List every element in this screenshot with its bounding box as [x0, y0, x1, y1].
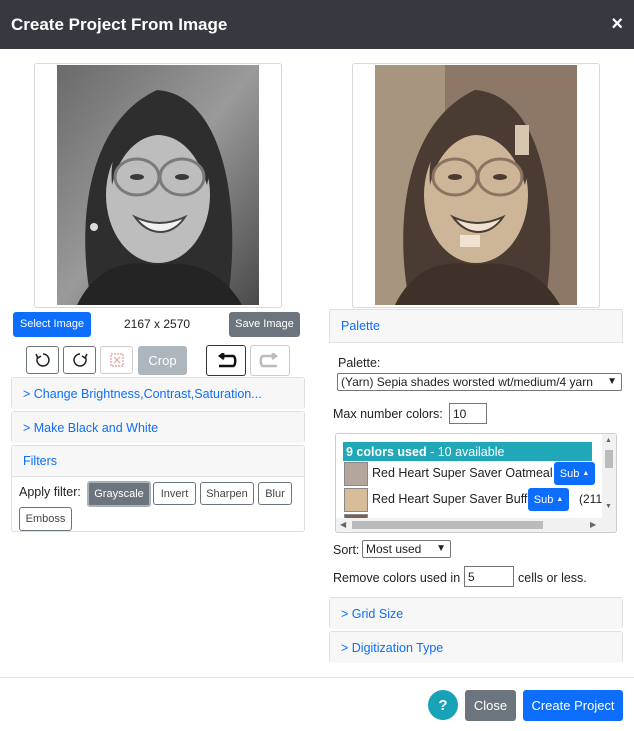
help-button[interactable]: ? — [428, 690, 458, 720]
image-dimensions: 2167 x 2570 — [124, 317, 191, 331]
sort-select-value: Most used — [366, 542, 422, 556]
palette-section: Palette Palette: (Yarn) Sepia shades wor… — [329, 309, 623, 595]
vertical-scrollbar[interactable]: ▲ ▼ — [602, 434, 616, 518]
filter-sharpen-button[interactable]: Sharpen — [200, 482, 254, 505]
chevron-down-icon: ▼ — [607, 376, 617, 387]
select-image-button[interactable]: Select Image — [13, 312, 91, 337]
footer-divider — [0, 677, 634, 678]
filters-section-header[interactable]: Filters — [12, 446, 304, 477]
colors-used-count: 9 colors used — [346, 444, 427, 459]
grid-size-section-header[interactable]: > Grid Size — [330, 598, 622, 629]
substitute-button[interactable]: Sub ▲ — [554, 462, 595, 485]
create-project-button[interactable]: Create Project — [523, 690, 623, 721]
rotate-right-icon — [72, 353, 88, 367]
scroll-down-arrow[interactable]: ▼ — [605, 503, 612, 510]
remove-colors-prefix: Remove colors used in — [333, 571, 461, 585]
filter-blur-button[interactable]: Blur — [258, 482, 292, 505]
rotate-left-icon — [34, 353, 50, 367]
color-name: Red Heart Super Saver Buff — [372, 492, 528, 506]
remove-colors-input[interactable]: 5 — [464, 566, 514, 587]
brightness-section-header[interactable]: > Change Brightness,Contrast,Saturation.… — [12, 378, 304, 409]
rotate-right-button[interactable] — [63, 346, 96, 374]
redo-icon — [259, 352, 279, 367]
caret-up-icon: ▲ — [556, 496, 564, 503]
crop-select-button[interactable] — [100, 346, 133, 374]
scroll-up-arrow[interactable]: ▲ — [605, 437, 612, 444]
crop-button[interactable]: Crop — [138, 346, 187, 375]
close-button[interactable]: Close — [465, 690, 516, 721]
black-white-section-header[interactable]: > Make Black and White — [12, 412, 304, 443]
close-icon[interactable]: × — [611, 13, 623, 36]
filter-grayscale-button[interactable]: Grayscale — [87, 481, 151, 507]
digitization-section[interactable]: > Digitization Type — [329, 631, 623, 663]
horizontal-scroll-thumb[interactable] — [352, 521, 543, 529]
dialog-title: Create Project From Image — [11, 15, 228, 34]
brightness-section[interactable]: > Change Brightness,Contrast,Saturation.… — [11, 377, 305, 409]
caret-up-icon: ▲ — [582, 470, 590, 477]
rotate-left-button[interactable] — [26, 346, 59, 374]
grid-size-section[interactable]: > Grid Size — [329, 597, 623, 629]
undo-icon — [217, 352, 237, 367]
preview-image — [375, 65, 577, 305]
color-list[interactable]: 9 colors used - 10 available Red Heart S… — [335, 433, 617, 533]
black-white-section[interactable]: > Make Black and White — [11, 411, 305, 443]
crop-select-icon — [110, 353, 123, 367]
color-name: Red Heart Super Saver Oatmeal — [372, 466, 553, 480]
remove-colors-suffix: cells or less. — [518, 571, 587, 585]
substitute-button[interactable]: Sub ▲ — [528, 488, 569, 511]
colors-used-bar: 9 colors used - 10 available — [343, 442, 592, 461]
dialog-header: Create Project From Image × — [0, 0, 634, 49]
horizontal-scrollbar[interactable]: ◀ ▶ — [336, 518, 616, 532]
sort-label: Sort: — [333, 543, 360, 557]
undo-button[interactable] — [206, 345, 246, 376]
filter-invert-button[interactable]: Invert — [153, 482, 196, 505]
color-swatch — [344, 488, 368, 512]
save-image-button[interactable]: Save Image — [229, 312, 300, 337]
scroll-left-arrow[interactable]: ◀ — [340, 520, 346, 529]
filters-section: Filters Apply filter: Grayscale Invert S… — [11, 445, 305, 532]
max-colors-input[interactable]: 10 — [449, 403, 487, 424]
color-extra: (211 — [579, 492, 603, 506]
color-swatch — [344, 462, 368, 486]
preview-image-frame — [352, 63, 600, 308]
filter-emboss-button[interactable]: Emboss — [19, 507, 72, 531]
chevron-down-icon: ▼ — [436, 543, 446, 554]
colors-available: - 10 available — [430, 444, 505, 459]
palette-select[interactable]: (Yarn) Sepia shades worsted wt/medium/4 … — [337, 373, 622, 391]
palette-section-header[interactable]: Palette — [329, 309, 623, 343]
vertical-scroll-thumb[interactable] — [605, 450, 613, 468]
palette-select-value: (Yarn) Sepia shades worsted wt/medium/4 … — [341, 375, 593, 389]
max-colors-label: Max number colors: — [333, 407, 443, 421]
source-image — [57, 65, 259, 305]
redo-button[interactable] — [250, 345, 290, 376]
scroll-right-arrow[interactable]: ▶ — [590, 520, 596, 529]
digitization-section-header[interactable]: > Digitization Type — [330, 632, 622, 663]
source-image-frame — [34, 63, 282, 308]
apply-filter-label: Apply filter: — [19, 485, 81, 499]
palette-label: Palette: — [338, 356, 381, 370]
sort-select[interactable]: Most used ▼ — [362, 540, 451, 558]
